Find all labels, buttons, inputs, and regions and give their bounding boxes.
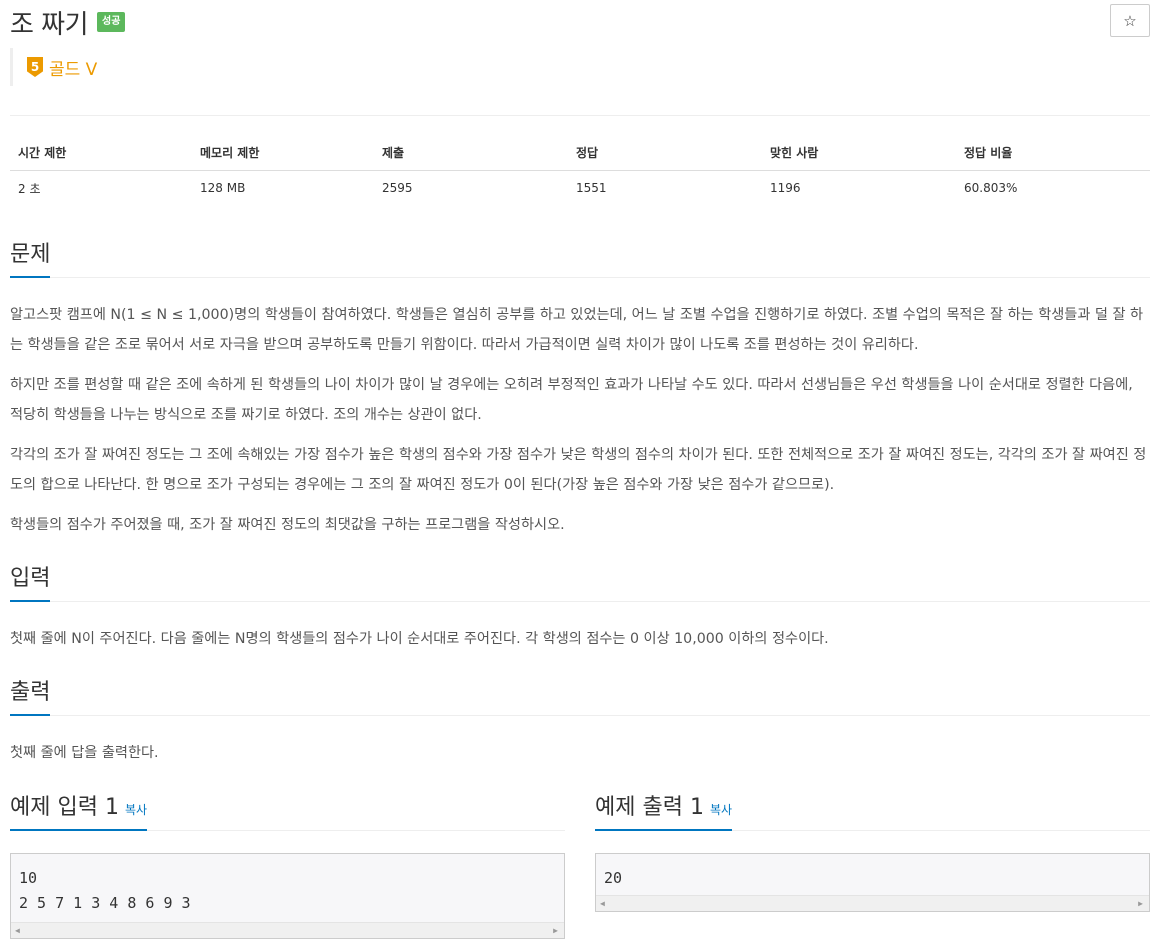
- horizontal-scrollbar[interactable]: ◀ ▶: [11, 922, 564, 938]
- sample-output-title: 예제 출력 1: [595, 795, 704, 820]
- sample-input-line: 2 5 7 1 3 4 8 6 9 3: [19, 894, 191, 912]
- sample-output-header: 예제 출력 1 복사: [595, 789, 1150, 831]
- table-header-row: 시간 제한 메모리 제한 제출 정답 맞힌 사람 정답 비율: [10, 136, 1150, 171]
- description-heading: 문제: [10, 236, 51, 278]
- success-badge: 성공: [97, 12, 126, 32]
- accept-ratio-value: 60.803%: [964, 181, 1018, 196]
- sample-output-box[interactable]: 20 ◀ ▶: [595, 853, 1150, 912]
- header-accept-ratio: 정답 비율: [956, 136, 1150, 171]
- table-row: 2 초 128 MB 2595 1551 1196 60.803%: [10, 170, 1150, 206]
- sample-output-content: 20: [596, 854, 1149, 891]
- problem-title-row: 조 짜기 성공: [10, 4, 126, 40]
- sample-input-box[interactable]: 10 2 5 7 1 3 4 8 6 9 3 ◀ ▶: [10, 853, 565, 939]
- solved-users-value: 1196: [770, 181, 801, 196]
- input-description: 첫째 줄에 N이 주어진다. 다음 줄에는 N명의 학생들의 점수가 나이 순서…: [10, 631, 829, 647]
- star-icon: ☆: [1123, 11, 1137, 30]
- sample-input-title: 예제 입력 1: [10, 795, 119, 820]
- scroll-left-icon[interactable]: ◀: [600, 899, 605, 908]
- description-paragraph: 각각의 조가 잘 짜여진 정도는 그 조에 속해있는 가장 점수가 높은 학생의…: [10, 447, 1147, 493]
- accepted-value: 1551: [576, 181, 607, 196]
- problem-info-table: 시간 제한 메모리 제한 제출 정답 맞힌 사람 정답 비율 2 초 128 M…: [10, 136, 1150, 206]
- description-paragraph: 하지만 조를 편성할 때 같은 조에 속하게 된 학생들의 나이 차이가 많이 …: [10, 377, 1133, 423]
- copy-sample-output-button[interactable]: 복사: [710, 803, 732, 817]
- header-time-limit: 시간 제한: [10, 136, 192, 171]
- header-solved-users: 맞힌 사람: [762, 136, 956, 171]
- submissions-value: 2595: [382, 181, 413, 196]
- scroll-right-icon[interactable]: ▶: [553, 926, 558, 935]
- input-section-header: 입력: [10, 560, 1150, 602]
- description-section-header: 문제: [10, 236, 1150, 278]
- tier-display: 5 골드 V: [10, 48, 97, 86]
- header-submissions: 제출: [374, 136, 568, 171]
- output-heading: 출력: [10, 674, 51, 716]
- sample-input-content: 10 2 5 7 1 3 4 8 6 9 3: [11, 854, 564, 916]
- sample-input-header: 예제 입력 1 복사: [10, 789, 565, 831]
- sample-input-line: 10: [19, 869, 38, 887]
- scroll-left-icon[interactable]: ◀: [15, 926, 20, 935]
- divider: [10, 115, 1150, 116]
- tier-badge-icon: 5: [27, 57, 43, 77]
- sample-input-heading: 예제 입력 1 복사: [10, 789, 148, 831]
- favorite-star-button[interactable]: ☆: [1110, 4, 1150, 37]
- header-accepted: 정답: [568, 136, 762, 171]
- sample-output-heading: 예제 출력 1 복사: [595, 789, 733, 831]
- sample-output-line: 20: [604, 869, 623, 887]
- header-memory-limit: 메모리 제한: [192, 136, 374, 171]
- tier-label: 골드 V: [49, 59, 98, 80]
- scroll-right-icon[interactable]: ▶: [1138, 899, 1143, 908]
- output-description: 첫째 줄에 답을 출력한다.: [10, 745, 159, 761]
- horizontal-scrollbar[interactable]: ◀ ▶: [596, 895, 1149, 911]
- copy-sample-input-button[interactable]: 복사: [125, 803, 147, 817]
- input-heading: 입력: [10, 560, 51, 602]
- description-paragraph: 학생들의 점수가 주어졌을 때, 조가 잘 짜여진 정도의 최댓값을 구하는 프…: [10, 517, 565, 533]
- description-paragraph: 알고스팟 캠프에 N(1 ≤ N ≤ 1,000)명의 학생들이 참여하였다. …: [10, 307, 1144, 353]
- output-section-header: 출력: [10, 674, 1150, 716]
- memory-limit-value: 128 MB: [200, 181, 246, 196]
- problem-title: 조 짜기: [10, 9, 89, 40]
- time-limit-value: 2 초: [18, 181, 41, 196]
